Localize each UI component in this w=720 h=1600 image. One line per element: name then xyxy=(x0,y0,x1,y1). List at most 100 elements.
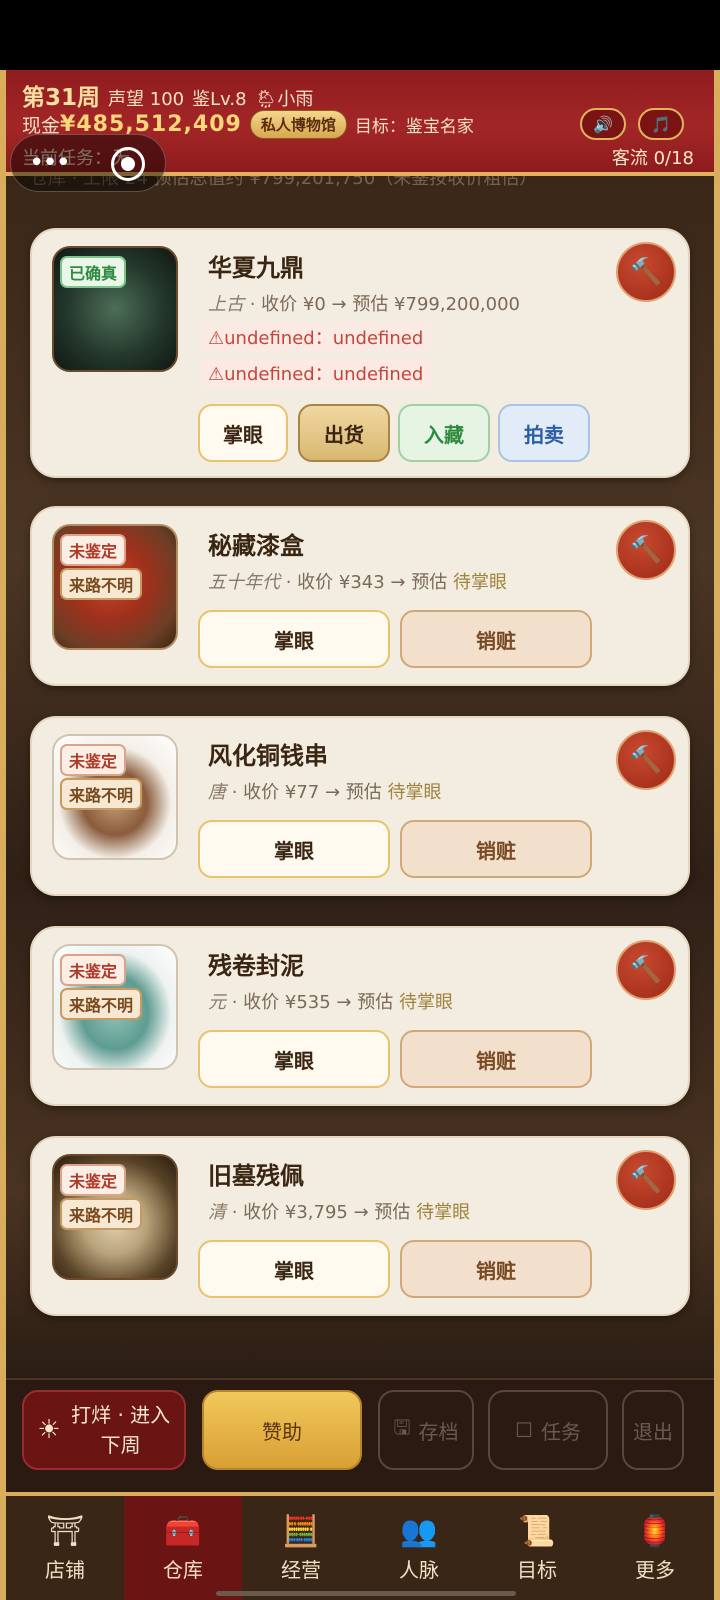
item-name: 风化铜钱串 xyxy=(208,742,328,770)
appraise-button[interactable]: 掌眼 xyxy=(198,820,390,878)
hammer-button[interactable]: 🔨 xyxy=(616,520,676,580)
item-thumbnail-celadon-bowl[interactable]: 未鉴定 来路不明 xyxy=(52,944,178,1070)
close-target-icon[interactable] xyxy=(111,147,145,181)
auction-button[interactable]: 拍卖 xyxy=(498,404,590,462)
nav-item-more[interactable]: 🏮 更多 xyxy=(596,1496,714,1600)
fence-button[interactable]: 销赃 xyxy=(400,1030,592,1088)
item-name: 残卷封泥 xyxy=(208,952,304,980)
next-week-label: 打烊 · 进入下周 xyxy=(71,1403,171,1457)
source-badge: 来路不明 xyxy=(60,568,143,600)
warning-tag: ⚠undefined：undefined xyxy=(200,358,432,388)
item-meta: 清 · 收价 ¥3,795 → 预估 待掌眼 xyxy=(208,1202,471,1223)
nav-item-goals[interactable]: 📜 目标 xyxy=(478,1496,596,1600)
speaker-icon: 🔊 xyxy=(593,114,613,134)
more-icon: 🏮 xyxy=(636,1513,674,1549)
item-card: 未鉴定 来路不明 秘藏漆盒 五十年代 · 收价 ¥343 → 预估 待掌眼 🔨 … xyxy=(30,506,690,686)
nav-label: 更多 xyxy=(635,1557,675,1582)
weather-label: 小雨 xyxy=(277,89,314,110)
item-meta: 唐 · 收价 ¥77 → 预估 待掌眼 xyxy=(208,782,442,803)
exit-button[interactable]: 退出 xyxy=(622,1390,684,1470)
nav-item-shop[interactable]: ⛩ 店铺 xyxy=(6,1496,124,1600)
nav-label: 目标 xyxy=(517,1557,557,1582)
hammer-icon: 🔨 xyxy=(629,1165,663,1195)
item-meta: 上古 · 收价 ¥0 → 预估 ¥799,200,000 xyxy=(208,294,521,315)
collect-button[interactable]: 入藏 xyxy=(398,404,490,462)
item-thumbnail-coin-string[interactable]: 未鉴定 来路不明 xyxy=(52,734,178,860)
appraisal-level: 鉴Lv.8 xyxy=(192,89,247,110)
customer-traffic: 客流 0/18 xyxy=(611,148,694,169)
hammer-icon: 🔨 xyxy=(629,535,663,565)
status-badge: 未鉴定 xyxy=(60,954,127,986)
music-button[interactable]: 🎵 xyxy=(638,108,684,140)
shop-icon: ⛩ xyxy=(45,1513,85,1549)
nav-label: 人脉 xyxy=(399,1557,439,1582)
close-shop-next-week-button[interactable]: ☀ 打烊 · 进入下周 xyxy=(22,1390,186,1470)
hammer-icon: 🔨 xyxy=(629,745,663,775)
game-frame: 第31周 声望 100 鉴Lv.8 🌦 小雨 现金 ¥485,512,409 私… xyxy=(0,70,720,1600)
item-name: 秘藏漆盒 xyxy=(208,532,304,560)
fence-button[interactable]: 销赃 xyxy=(400,1240,592,1298)
appraise-button[interactable]: 掌眼 xyxy=(198,1030,390,1088)
people-icon: 👥 xyxy=(400,1513,438,1549)
more-dots-icon[interactable]: ••• xyxy=(29,150,71,176)
appraise-button[interactable]: 掌眼 xyxy=(198,404,288,462)
sun-icon: ☀ xyxy=(37,1415,61,1445)
hammer-button[interactable]: 🔨 xyxy=(616,730,676,790)
week-label: 第31周 xyxy=(22,85,101,111)
hammer-button[interactable]: 🔨 xyxy=(616,1150,676,1210)
warehouse-list[interactable]: 仓库 · 上限 24 预估总值约 ¥799,201,750（未鉴按收价粗估） 已… xyxy=(6,176,714,1448)
music-note-icon: 🎵 xyxy=(651,114,671,134)
save-label: 存档 xyxy=(418,1419,459,1444)
floppy-icon: 🖫 xyxy=(393,1415,411,1439)
nav-item-business[interactable]: 🧮 经营 xyxy=(242,1496,360,1600)
hammer-icon: 🔨 xyxy=(629,257,663,287)
bottom-nav: ⛩ 店铺 🧰 仓库 🧮 经营 👥 人脉 📜 目标 🏮 更多 xyxy=(6,1492,714,1600)
checkbox-icon: ☐ xyxy=(515,1418,533,1442)
nav-label: 仓库 xyxy=(163,1557,203,1582)
status-badge: 未鉴定 xyxy=(60,534,127,566)
goal-label: 目标：鉴宝名家 xyxy=(354,117,474,137)
item-thumbnail-bronze-ding[interactable]: 已确真 xyxy=(52,246,178,372)
appraise-button[interactable]: 掌眼 xyxy=(198,610,390,668)
warning-tag: ⚠undefined：undefined xyxy=(200,322,432,352)
item-card: 已确真 华夏九鼎 上古 · 收价 ¥0 → 预估 ¥799,200,000 ⚠u… xyxy=(30,228,690,478)
item-card: 未鉴定 来路不明 旧墓残佩 清 · 收价 ¥3,795 → 预估 待掌眼 🔨 掌… xyxy=(30,1136,690,1316)
source-badge: 来路不明 xyxy=(60,988,143,1020)
item-name: 华夏九鼎 xyxy=(208,254,304,282)
museum-badge[interactable]: 私人博物馆 xyxy=(249,110,347,139)
reputation-label: 声望 100 xyxy=(108,89,185,110)
source-badge: 来路不明 xyxy=(60,778,143,810)
floating-mini-program-pill[interactable]: ••• xyxy=(10,134,166,192)
hammer-button[interactable]: 🔨 xyxy=(616,940,676,1000)
warehouse-icon: 🧰 xyxy=(164,1513,202,1549)
fence-button[interactable]: 销赃 xyxy=(400,610,592,668)
status-bar xyxy=(0,0,720,70)
item-thumbnail-jade-pendant[interactable]: 未鉴定 来路不明 xyxy=(52,1154,178,1280)
task-label: 任务 xyxy=(540,1419,581,1444)
hammer-button[interactable]: 🔨 xyxy=(616,242,676,302)
action-bar: ☀ 打烊 · 进入下周 赞助 🖫 存档 ☐ 任务 退出 xyxy=(6,1378,714,1482)
item-meta: 元 · 收价 ¥535 → 预估 待掌眼 xyxy=(208,992,453,1013)
sponsor-button[interactable]: 赞助 xyxy=(202,1390,362,1470)
fence-button[interactable]: 销赃 xyxy=(400,820,592,878)
hammer-icon: 🔨 xyxy=(629,955,663,985)
save-button[interactable]: 🖫 存档 xyxy=(378,1390,474,1470)
item-card: 未鉴定 来路不明 残卷封泥 元 · 收价 ¥535 → 预估 待掌眼 🔨 掌眼 … xyxy=(30,926,690,1106)
item-card: 未鉴定 来路不明 风化铜钱串 唐 · 收价 ¥77 → 预估 待掌眼 🔨 掌眼 … xyxy=(30,716,690,896)
nav-item-contacts[interactable]: 👥 人脉 xyxy=(360,1496,478,1600)
nav-label: 经营 xyxy=(281,1557,321,1582)
source-badge: 来路不明 xyxy=(60,1198,143,1230)
nav-item-warehouse[interactable]: 🧰 仓库 xyxy=(124,1496,242,1600)
abacus-icon: 🧮 xyxy=(282,1513,320,1549)
item-name: 旧墓残佩 xyxy=(208,1162,304,1190)
status-badge: 未鉴定 xyxy=(60,744,127,776)
status-badge: 已确真 xyxy=(60,256,127,288)
item-thumbnail-lacquer-box[interactable]: 未鉴定 来路不明 xyxy=(52,524,178,650)
ship-button[interactable]: 出货 xyxy=(298,404,390,462)
sound-button[interactable]: 🔊 xyxy=(580,108,626,140)
appraise-button[interactable]: 掌眼 xyxy=(198,1240,390,1298)
nav-label: 店铺 xyxy=(45,1557,85,1582)
task-button[interactable]: ☐ 任务 xyxy=(488,1390,608,1470)
status-badge: 未鉴定 xyxy=(60,1164,127,1196)
item-meta: 五十年代 · 收价 ¥343 → 预估 待掌眼 xyxy=(208,572,507,593)
